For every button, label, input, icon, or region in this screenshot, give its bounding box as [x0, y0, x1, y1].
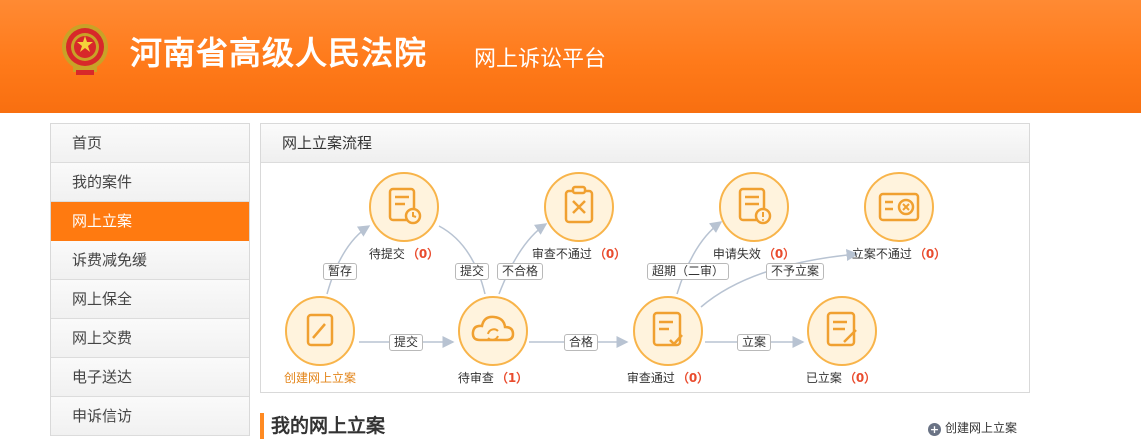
sidebar-item-petition[interactable]: 申诉信访 — [51, 397, 249, 436]
document-clock-icon — [388, 187, 422, 225]
cloud-sync-icon — [471, 315, 515, 342]
flow-label-pending-review[interactable]: 待审查 （1） — [445, 369, 541, 386]
sidebar-item-online-filing[interactable]: 网上立案 — [51, 202, 249, 241]
flow-node-create[interactable] — [285, 296, 355, 366]
sidebar-nav: 首页 我的案件 网上立案 诉费减免缓 网上保全 网上交费 电子送达 申诉信访 — [50, 123, 250, 436]
site-header: 河南省高级人民法院 网上诉讼平台 — [0, 0, 1141, 113]
section-title-my-filings: 我的网上立案 — [260, 413, 385, 439]
edge-label-unqualified: 不合格 — [497, 263, 544, 280]
sidebar-item-home[interactable]: 首页 — [51, 124, 249, 163]
edge-label-submit-bottom: 提交 — [389, 334, 424, 351]
sidebar-item-online-payment[interactable]: 网上交费 — [51, 319, 249, 358]
site-title: 河南省高级人民法院 — [130, 34, 428, 72]
clipboard-x-icon — [564, 185, 594, 224]
flow-node-filing-rejected[interactable] — [864, 172, 934, 242]
flow-label-pending-submit[interactable]: 待提交 （0） — [357, 245, 451, 262]
court-emblem-icon — [62, 24, 108, 75]
flow-label-create[interactable]: 创建网上立案 — [273, 369, 367, 386]
filing-flow-panel: 网上立案流程 创建网上立案 待提交 （0） 审查不通过 （0） 申请失效 （0）… — [260, 123, 1030, 393]
flow-node-filed[interactable] — [807, 296, 877, 366]
flow-label-apply-invalid[interactable]: 申请失效 （0） — [705, 245, 803, 262]
flow-label-review-passed[interactable]: 审查通过 （0） — [615, 369, 721, 386]
edge-label-submit-top: 提交 — [455, 263, 490, 280]
flow-node-pending-review[interactable] — [458, 296, 528, 366]
sidebar-item-online-preservation[interactable]: 网上保全 — [51, 280, 249, 319]
document-check-icon — [652, 311, 683, 347]
flow-diagram: 创建网上立案 待提交 （0） 审查不通过 （0） 申请失效 （0） 立案不通过 … — [261, 124, 1031, 394]
document-warning-icon — [738, 187, 772, 225]
flow-label-filing-rejected[interactable]: 立案不通过 （0） — [843, 245, 955, 262]
sidebar-item-e-delivery[interactable]: 电子送达 — [51, 358, 249, 397]
flow-label-review-failed[interactable]: 审查不通过 （0） — [523, 245, 635, 262]
card-x-icon — [878, 192, 920, 222]
document-pen-icon — [826, 311, 857, 347]
site-subtitle: 网上诉讼平台 — [474, 47, 607, 72]
edit-document-icon — [306, 313, 334, 347]
flow-node-pending-submit[interactable] — [369, 172, 439, 242]
edge-label-file: 立案 — [737, 334, 772, 351]
edge-label-qualified: 合格 — [564, 334, 599, 351]
flow-label-filed[interactable]: 已立案 （0） — [791, 369, 891, 386]
edge-label-overdue: 超期（二审） — [647, 263, 730, 280]
flow-node-apply-invalid[interactable] — [719, 172, 789, 242]
flow-node-review-passed[interactable] — [633, 296, 703, 366]
sidebar-item-fee-relief[interactable]: 诉费减免缓 — [51, 241, 249, 280]
create-filing-link[interactable]: + 创建网上立案 — [928, 419, 1017, 436]
create-filing-label: 创建网上立案 — [945, 421, 1018, 435]
sidebar-item-my-cases[interactable]: 我的案件 — [51, 163, 249, 202]
plus-circle-icon: + — [928, 423, 941, 436]
edge-label-save: 暂存 — [323, 263, 358, 280]
edge-label-not-filed: 不予立案 — [766, 263, 825, 280]
flow-node-review-failed[interactable] — [544, 172, 614, 242]
